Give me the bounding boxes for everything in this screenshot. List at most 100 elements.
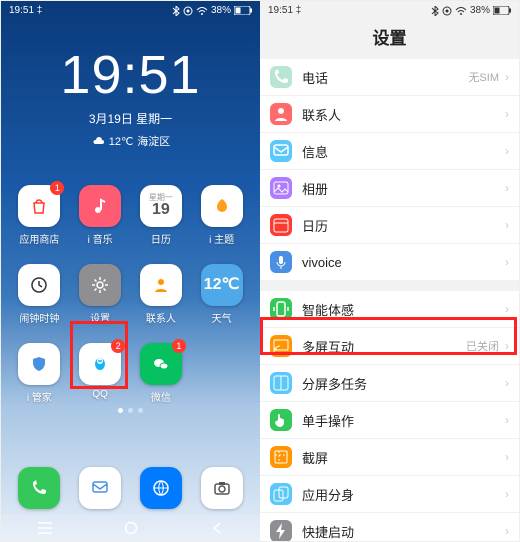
settings-row-contacts[interactable]: 联系人 ›	[260, 96, 519, 133]
app-label: 闹钟时钟	[19, 310, 59, 325]
app-contacts[interactable]: 联系人	[131, 264, 192, 325]
voice-icon	[270, 251, 292, 273]
settings-row-motion[interactable]: 智能体感 ›	[260, 291, 519, 328]
app-calendar[interactable]: 星期一19日历	[131, 185, 192, 246]
app-browser[interactable]	[131, 467, 192, 509]
back-icon[interactable]	[210, 521, 224, 535]
chevron-right-icon: ›	[505, 376, 509, 390]
clock-widget[interactable]: 19:51 3月19日 星期一 12℃ 海淀区	[1, 44, 260, 151]
gear-icon	[79, 264, 121, 306]
app-weather[interactable]: 12℃ 天气	[191, 264, 252, 325]
app-clock[interactable]: 闹钟时钟	[9, 264, 70, 325]
row-label: 多屏互动	[302, 337, 466, 356]
settings-screen: 19:51 ‡ 38% 设置 电话 无SIM › 联系人 › 信息 ›	[260, 1, 519, 541]
row-label: 截屏	[302, 448, 505, 467]
settings-row-gallery[interactable]: 相册 ›	[260, 170, 519, 207]
screenshot-icon	[270, 446, 292, 468]
weather-icon: 12℃	[201, 264, 243, 306]
settings-list: 电话 无SIM › 联系人 › 信息 › 相册 › 日历 › vivoice	[260, 59, 519, 541]
status-time-left: 19:51 ‡	[9, 5, 42, 16]
wifi-icon	[455, 6, 467, 16]
page-dot[interactable]	[138, 408, 143, 413]
app-label: 设置	[90, 310, 110, 325]
app-music[interactable]: i 音乐	[70, 185, 131, 246]
clock-time: 19:51	[1, 44, 260, 106]
cloud-icon	[91, 136, 105, 146]
contacts-icon	[270, 103, 292, 125]
settings-row-screenshot[interactable]: 截屏 ›	[260, 439, 519, 476]
row-label: 日历	[302, 216, 505, 235]
chevron-right-icon: ›	[505, 339, 509, 353]
onehand-icon	[270, 409, 292, 431]
app-sms[interactable]	[70, 467, 131, 509]
battery-icon	[234, 6, 252, 15]
home-icon[interactable]	[124, 521, 138, 535]
page-dot[interactable]	[128, 408, 133, 413]
settings-row-clone[interactable]: 应用分身 ›	[260, 476, 519, 513]
app-label: 应用商店	[19, 231, 59, 246]
settings-row-onehand[interactable]: 单手操作 ›	[260, 402, 519, 439]
app-shield[interactable]: i 管家	[9, 343, 70, 404]
app-camera[interactable]	[191, 467, 252, 509]
calendar-icon: 星期一19	[140, 185, 182, 227]
badge: 2	[111, 339, 125, 353]
settings-row-phone[interactable]: 电话 无SIM ›	[260, 59, 519, 96]
nfc-icon	[442, 6, 452, 16]
chevron-right-icon: ›	[505, 450, 509, 464]
row-label: vivoice	[302, 255, 505, 270]
row-label: 电话	[302, 68, 468, 87]
settings-row-sms[interactable]: 信息 ›	[260, 133, 519, 170]
settings-row-calendar[interactable]: 日历 ›	[260, 207, 519, 244]
row-label: 智能体感	[302, 300, 505, 319]
status-icons: 38%	[172, 5, 252, 16]
chevron-right-icon: ›	[505, 107, 509, 121]
settings-row-split[interactable]: 分屏多任务 ›	[260, 365, 519, 402]
page-dot[interactable]	[118, 408, 123, 413]
sms-icon	[79, 467, 121, 509]
chevron-right-icon: ›	[505, 524, 509, 538]
app-theme[interactable]: i 主题	[191, 185, 252, 246]
statusbar: 19:51 ‡ 38%	[260, 1, 519, 18]
chevron-right-icon: ›	[505, 302, 509, 316]
chevron-right-icon: ›	[505, 144, 509, 158]
home-screen: 19:51 ‡ 38% 19:51 3月19日 星期一 12℃ 海淀区 1 应用商…	[1, 1, 260, 541]
app-bag[interactable]: 1 应用商店	[9, 185, 70, 246]
row-label: 分屏多任务	[302, 374, 505, 393]
bag-icon: 1	[18, 185, 60, 227]
dock	[1, 459, 260, 515]
row-label: 单手操作	[302, 411, 505, 430]
menu-icon[interactable]	[37, 521, 53, 535]
app-label: 微信	[151, 389, 171, 404]
app-label: 联系人	[146, 310, 176, 325]
app-qq[interactable]: 2QQ	[70, 343, 131, 404]
app-label: i 音乐	[88, 231, 113, 246]
chevron-right-icon: ›	[505, 70, 509, 84]
battery-icon	[493, 6, 511, 15]
status-time-left: 19:51 ‡	[268, 5, 301, 16]
chevron-right-icon: ›	[505, 413, 509, 427]
bluetooth-icon	[172, 6, 180, 16]
music-icon	[79, 185, 121, 227]
contacts-icon	[140, 264, 182, 306]
page-title: 设置	[260, 18, 519, 59]
app-phone[interactable]	[9, 467, 70, 509]
clone-icon	[270, 483, 292, 505]
settings-row-voice[interactable]: vivoice ›	[260, 244, 519, 281]
app-label: 天气	[212, 310, 232, 325]
settings-row-cast[interactable]: 多屏互动 已关闭 ›	[260, 328, 519, 365]
status-icons: 38%	[431, 5, 511, 16]
phone-icon	[18, 467, 60, 509]
chevron-right-icon: ›	[505, 487, 509, 501]
phone-icon	[270, 66, 292, 88]
battery-pct: 38%	[211, 5, 231, 16]
bluetooth-icon	[431, 6, 439, 16]
app-gear[interactable]: 设置	[70, 264, 131, 325]
nav-bar	[1, 515, 260, 541]
badge: 1	[50, 181, 64, 195]
settings-row-quick[interactable]: 快捷启动 ›	[260, 513, 519, 541]
app-empty	[191, 343, 252, 404]
app-wechat[interactable]: 1微信	[131, 343, 192, 404]
app-grid: 1 应用商店 i 音乐 星期一19日历i 主题闹钟时钟 设置 联系人 12℃ 天气 i 管家2Q…	[1, 185, 260, 404]
row-value: 无SIM	[468, 69, 499, 85]
chevron-right-icon: ›	[505, 255, 509, 269]
